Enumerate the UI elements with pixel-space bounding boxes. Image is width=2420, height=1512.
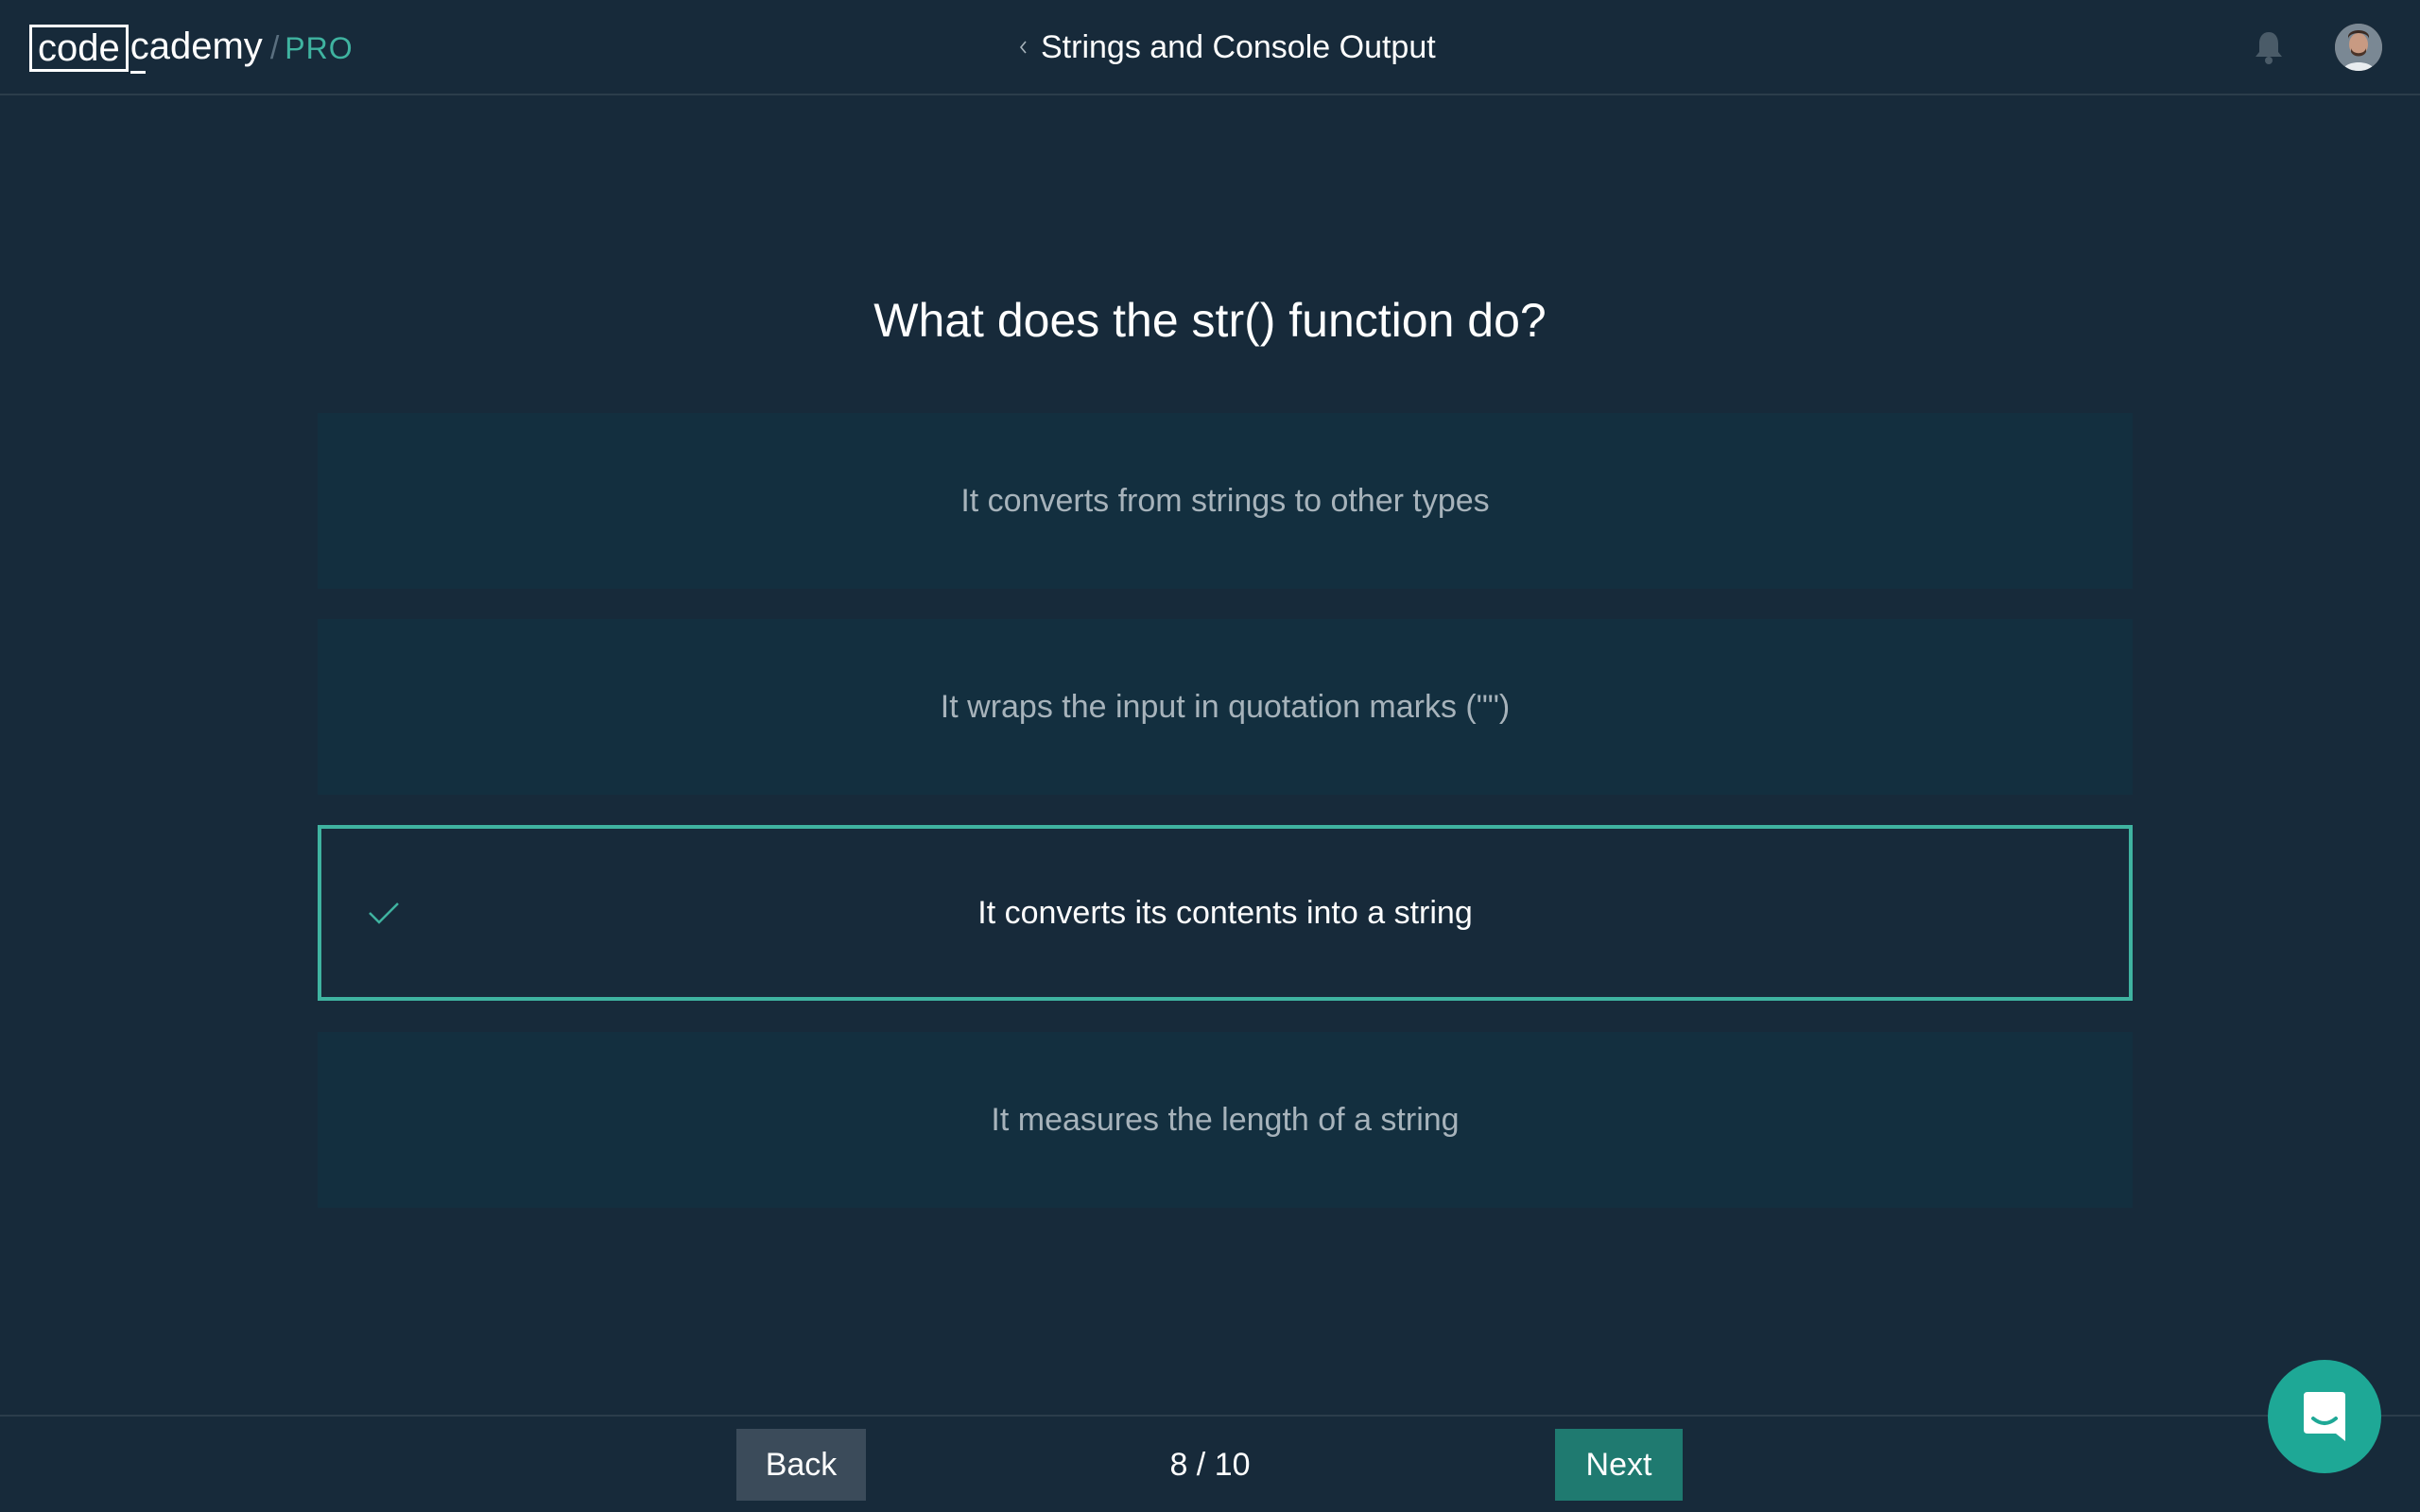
answer-label: It converts its contents into a string (977, 894, 1473, 931)
answer-option-4[interactable]: It measures the length of a string (318, 1032, 2133, 1208)
chat-icon (2304, 1392, 2345, 1441)
answer-label: It wraps the input in quotation marks ("… (940, 688, 1511, 725)
lesson-title: Strings and Console Output (1041, 28, 1436, 65)
lesson-back-link[interactable]: Strings and Console Output (1016, 23, 1436, 72)
answer-label: It converts from strings to other types (960, 482, 1490, 519)
logo-code-box: code (29, 25, 129, 72)
bell-icon[interactable] (2253, 29, 2285, 65)
answer-option-3-selected[interactable]: It converts its contents into a string (318, 825, 2133, 1001)
answer-option-1[interactable]: It converts from strings to other types (318, 413, 2133, 589)
quiz-question: What does the str() function do? (873, 294, 1547, 347)
answer-label: It measures the length of a string (991, 1101, 1460, 1138)
top-bar: code cademy / PRO Strings and Console Ou… (0, 0, 2420, 95)
chat-support-button[interactable] (2268, 1360, 2381, 1473)
codecademy-logo[interactable]: code cademy / PRO (29, 24, 354, 74)
logo-slash: / (269, 29, 280, 66)
back-button[interactable]: Back (736, 1429, 866, 1501)
question-progress: 8 / 10 (1169, 1447, 1251, 1483)
logo-cademy-text: cademy (130, 26, 263, 74)
user-avatar[interactable] (2335, 24, 2382, 71)
answer-option-2[interactable]: It wraps the input in quotation marks ("… (318, 619, 2133, 795)
check-icon (369, 902, 399, 924)
logo-pro-badge: PRO (285, 30, 354, 65)
next-button[interactable]: Next (1555, 1429, 1683, 1501)
chevron-left-icon (1019, 41, 1027, 54)
avatar-image (2335, 24, 2382, 71)
